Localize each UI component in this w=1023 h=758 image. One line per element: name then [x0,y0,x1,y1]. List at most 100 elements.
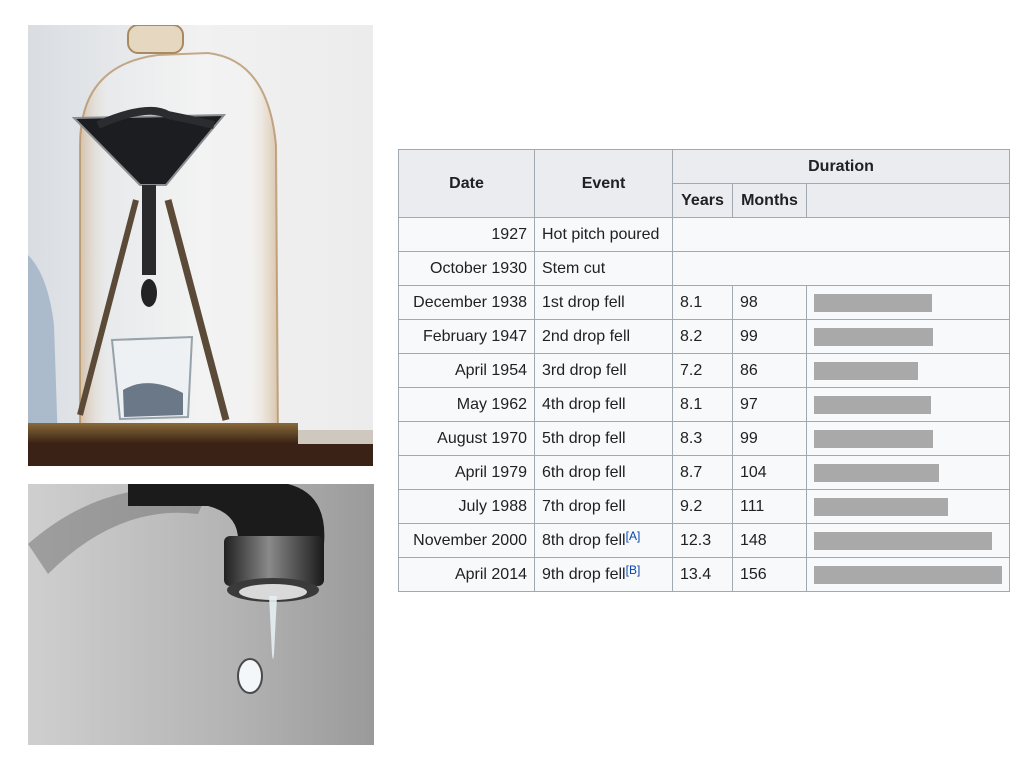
cell-years: 7.2 [672,353,733,388]
cell-months: 104 [732,455,807,490]
cell-duration-bar [806,557,1010,592]
cell-event: 9th drop fell[B] [534,557,673,592]
footnote-link[interactable]: [A] [626,529,641,543]
table-row: February 1947 2nd drop fell 8.2 99 [398,319,1010,354]
table-row: July 1988 7th drop fell 9.2 111 [398,489,1010,524]
bar-track [814,293,1002,312]
cell-duration-bar [806,489,1010,524]
pitch-drop-photo [28,25,373,466]
cell-months: 97 [732,387,807,422]
cell-duration-empty [672,217,1010,252]
bar-track [814,327,1002,346]
page: Date Event Duration Years Months 1927 Hot… [0,0,1023,758]
bar-track [814,531,1002,550]
cell-years: 8.1 [672,285,733,320]
cell-duration-bar [806,319,1010,354]
event-text: 8th drop fell [542,531,626,549]
header-event: Event [534,149,673,218]
cell-date: August 1970 [398,421,535,456]
header-months: Months [732,183,807,218]
table-header-row: Date Event Duration [398,149,1010,218]
table-row: May 1962 4th drop fell 8.1 97 [398,387,1010,422]
table-body: 1927 Hot pitch poured October 1930 Stem cut… [398,217,1010,592]
cell-duration-bar [806,387,1010,422]
cell-months: 86 [732,353,807,388]
bar-track [814,361,1002,380]
header-date: Date [398,149,535,218]
cell-months: 156 [732,557,807,592]
cell-duration-empty [672,251,1010,286]
event-text: 5th drop fell [542,429,626,447]
cell-date: 1927 [398,217,535,252]
table-row: April 1979 6th drop fell 8.7 104 [398,455,1010,490]
duration-bar [814,361,918,380]
dripping-tap-icon [28,484,374,745]
cell-event: 5th drop fell [534,421,673,456]
cell-date: February 1947 [398,319,535,354]
cell-years: 8.3 [672,421,733,456]
cell-duration-bar [806,353,1010,388]
event-text: 7th drop fell [542,497,626,515]
duration-bar [814,565,1002,584]
cell-event: Stem cut [534,251,673,286]
duration-bar [814,429,933,448]
event-text: 2nd drop fell [542,327,631,345]
cell-duration-bar [806,285,1010,320]
table-row: April 2014 9th drop fell[B] 13.4 156 [398,557,1010,592]
pitch-drop-apparatus-icon [28,25,373,466]
event-text: 4th drop fell [542,395,626,413]
cell-event: 6th drop fell [534,455,673,490]
duration-bar [814,293,932,312]
table-row: October 1930 Stem cut [398,251,1010,286]
cell-years: 8.7 [672,455,733,490]
event-text: 3rd drop fell [542,361,627,379]
cell-event: 2nd drop fell [534,319,673,354]
cell-years: 9.2 [672,489,733,524]
cell-months: 99 [732,421,807,456]
table-row: 1927 Hot pitch poured [398,217,1010,252]
cell-date: April 1954 [398,353,535,388]
event-text: 1st drop fell [542,293,625,311]
bar-track [814,395,1002,414]
bar-track [814,565,1002,584]
duration-bar [814,395,931,414]
cell-event: 4th drop fell [534,387,673,422]
cell-event: 3rd drop fell [534,353,673,388]
header-bar [806,183,1010,218]
cell-months: 98 [732,285,807,320]
cell-years: 8.1 [672,387,733,422]
duration-bar [814,497,948,516]
cell-date: May 1962 [398,387,535,422]
cell-months: 148 [732,523,807,558]
cell-date: July 1988 [398,489,535,524]
event-text: Stem cut [542,259,606,277]
dripping-tap-photo [28,484,374,745]
cell-years: 12.3 [672,523,733,558]
cell-duration-bar [806,523,1010,558]
duration-bar [814,463,939,482]
cell-years: 8.2 [672,319,733,354]
footnote-link[interactable]: [B] [626,563,641,577]
cell-duration-bar [806,421,1010,456]
table-row: December 1938 1st drop fell 8.1 98 [398,285,1010,320]
cell-date: April 2014 [398,557,535,592]
cell-duration-bar [806,455,1010,490]
event-text: 9th drop fell [542,565,626,583]
cell-date: November 2000 [398,523,535,558]
cell-date: December 1938 [398,285,535,320]
cell-months: 111 [732,489,807,524]
duration-bar [814,327,933,346]
table-row: November 2000 8th drop fell[A] 12.3 148 [398,523,1010,558]
header-years: Years [672,183,733,218]
pitch-drop-table: Date Event Duration Years Months 1927 Hot… [398,149,1010,592]
cell-years: 13.4 [672,557,733,592]
bar-track [814,429,1002,448]
pitch-drop-table-wrapper: Date Event Duration Years Months 1927 Hot… [398,149,1010,592]
header-duration: Duration [672,149,1010,184]
table-row: August 1970 5th drop fell 8.3 99 [398,421,1010,456]
event-text: Hot pitch poured [542,225,660,243]
cell-event: Hot pitch poured [534,217,673,252]
cell-event: 8th drop fell[A] [534,523,673,558]
cell-date: April 1979 [398,455,535,490]
event-text: 6th drop fell [542,463,626,481]
